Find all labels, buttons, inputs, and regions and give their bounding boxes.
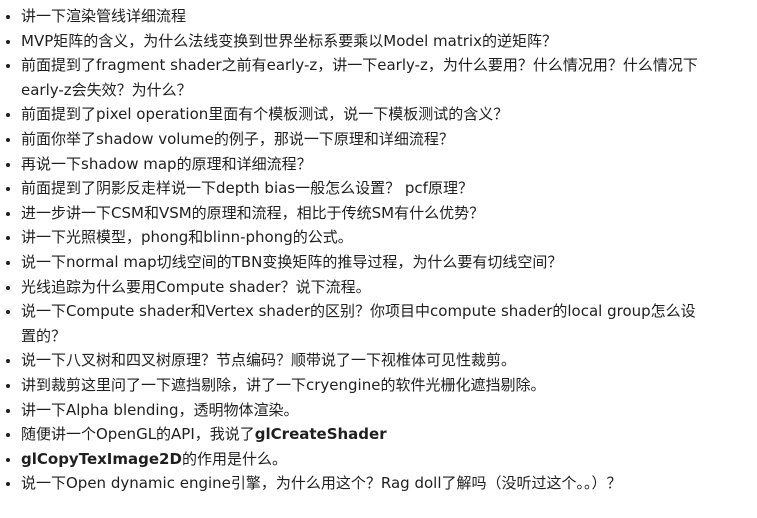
question-text: 前面提到了阴影反走样说一下depth bias一般怎么设置？ pcf原理？ <box>21 179 473 198</box>
list-item: 说一下normal map切线空间的TBN变换矩阵的推导过程，为什么要有切线空间… <box>0 250 757 275</box>
api-name: glCreateShader <box>254 425 387 444</box>
bullet-icon <box>6 457 10 462</box>
bullet-icon <box>6 113 10 118</box>
bullet-icon <box>6 211 10 216</box>
document-page: 讲一下渲染管线详细流程 MVP矩阵的含义，为什么法线变换到世界坐标系要乘以Mode… <box>0 0 757 518</box>
question-text: 前面你举了shadow volume的例子，那说一下原理和详细流程？ <box>21 129 454 148</box>
question-text: 讲一下光照模型，phong和blinn-phong的公式。 <box>21 228 353 247</box>
question-text: 讲到裁剪这里问了一下遮挡剔除，讲了一下cryengine的软件光栅化遮挡剔除。 <box>21 375 546 394</box>
question-text: 前面提到了fragment shader之前有early-z，讲一下early-… <box>21 56 698 99</box>
question-text: 随便讲一个OpenGL的API，我说了 <box>21 425 255 444</box>
question-text: 说一下normal map切线空间的TBN变换矩阵的推导过程，为什么要有切线空间… <box>21 252 563 271</box>
bullet-icon <box>6 285 10 290</box>
bullet-icon <box>6 15 10 19</box>
question-list: 讲一下渲染管线详细流程 MVP矩阵的含义，为什么法线变换到世界坐标系要乘以Mode… <box>0 4 757 496</box>
question-text: 讲一下Alpha blending，透明物体渲染。 <box>21 400 299 419</box>
list-item: 说一下Open dynamic engine引擎，为什么用这个？Rag doll… <box>0 471 757 496</box>
bullet-icon <box>6 482 10 487</box>
bullet-icon <box>6 310 10 315</box>
bullet-icon <box>6 236 10 241</box>
question-text: 说一下Open dynamic engine引擎，为什么用这个？Rag doll… <box>21 474 622 493</box>
list-item: 讲一下渲染管线详细流程 <box>0 4 757 29</box>
question-text: MVP矩阵的含义，为什么法线变换到世界坐标系要乘以Model matrix的逆矩… <box>21 31 557 50</box>
bullet-icon <box>6 383 10 388</box>
bullet-icon <box>6 187 10 192</box>
question-text: 再说一下shadow map的原理和详细流程？ <box>21 154 312 173</box>
bullet-icon <box>6 433 10 438</box>
question-text: 光线追踪为什么要用Compute shader？说下流程。 <box>21 277 371 296</box>
list-item: 再说一下shadow map的原理和详细流程？ <box>0 152 757 177</box>
list-item: 随便讲一个OpenGL的API，我说了glCreateShader <box>0 422 757 447</box>
bullet-icon <box>6 359 10 364</box>
list-item: 前面你举了shadow volume的例子，那说一下原理和详细流程？ <box>0 127 757 152</box>
question-text: 说一下Compute shader和Vertex shader的区别？你项目中c… <box>21 302 696 345</box>
bullet-icon <box>6 162 10 167</box>
bullet-icon <box>6 408 10 413</box>
question-text: 讲一下渲染管线详细流程 <box>21 7 187 25</box>
list-item: 说一下八叉树和四叉树原理？节点编码？顺带说了一下视椎体可见性裁剪。 <box>0 348 757 373</box>
bullet-icon <box>6 64 10 69</box>
list-item: 说一下Compute shader和Vertex shader的区别？你项目中c… <box>0 299 757 348</box>
list-item: MVP矩阵的含义，为什么法线变换到世界坐标系要乘以Model matrix的逆矩… <box>0 29 757 54</box>
question-text: 说一下八叉树和四叉树原理？节点编码？顺带说了一下视椎体可见性裁剪。 <box>21 351 517 370</box>
api-name: glCopyTexImage2D <box>21 449 182 468</box>
bullet-icon <box>6 137 10 142</box>
list-item: 前面提到了阴影反走样说一下depth bias一般怎么设置？ pcf原理？ <box>0 176 757 201</box>
question-text: 前面提到了pixel operation里面有个模板测试，说一下模板测试的含义？ <box>21 105 509 124</box>
list-item: 讲到裁剪这里问了一下遮挡剔除，讲了一下cryengine的软件光栅化遮挡剔除。 <box>0 373 757 398</box>
list-item: 前面提到了pixel operation里面有个模板测试，说一下模板测试的含义？ <box>0 102 757 127</box>
list-item: 讲一下光照模型，phong和blinn-phong的公式。 <box>0 225 757 250</box>
list-item: 光线追踪为什么要用Compute shader？说下流程。 <box>0 275 757 300</box>
list-item: 讲一下Alpha blending，透明物体渲染。 <box>0 398 757 423</box>
bullet-icon <box>6 260 10 265</box>
question-text: 的作用是什么。 <box>181 449 287 468</box>
list-item: 进一步讲一下CSM和VSM的原理和流程，相比于传统SM有什么优势？ <box>0 201 757 226</box>
question-text: 进一步讲一下CSM和VSM的原理和流程，相比于传统SM有什么优势？ <box>21 203 485 222</box>
list-item: 前面提到了fragment shader之前有early-z，讲一下early-… <box>0 53 757 102</box>
list-item: glCopyTexImage2D的作用是什么。 <box>0 447 757 472</box>
bullet-icon <box>6 39 10 44</box>
